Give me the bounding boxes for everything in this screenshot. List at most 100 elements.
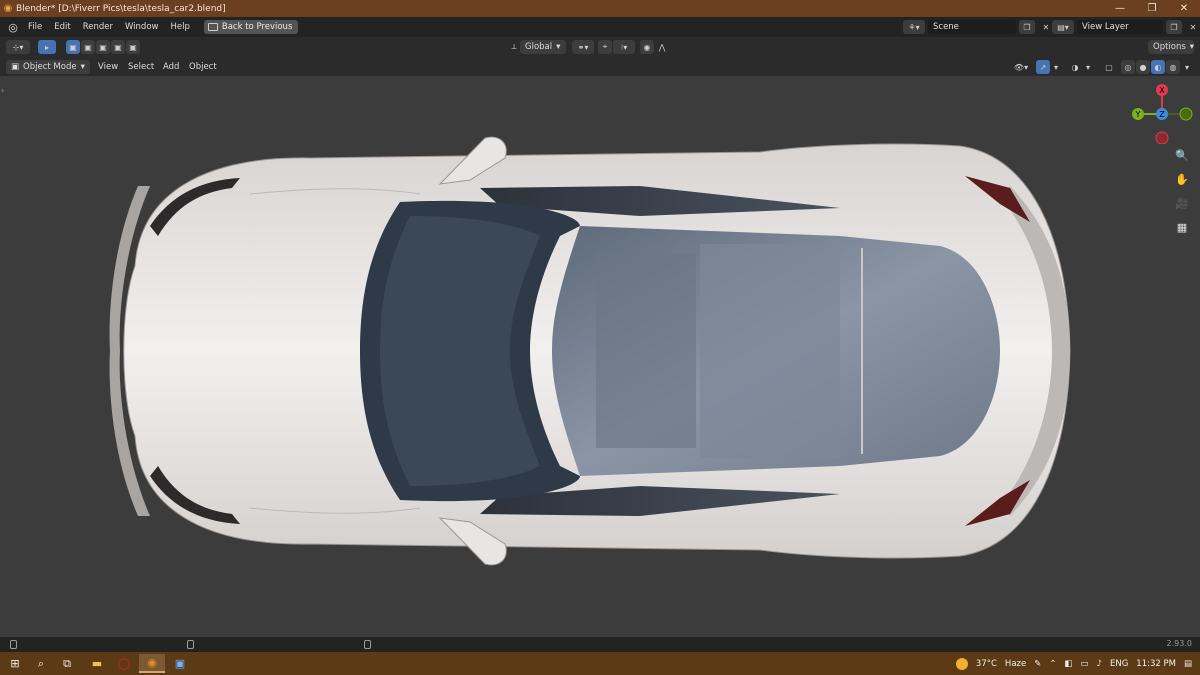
back-to-previous-label: Back to Previous	[221, 22, 293, 32]
blender-menu-icon[interactable]: ◎	[4, 21, 22, 34]
mouse-right-icon	[364, 640, 371, 649]
notifications-icon[interactable]: ▤	[1184, 659, 1192, 669]
xray-toggle-icon[interactable]: ▢	[1102, 60, 1116, 74]
solid-shading-icon[interactable]: ●	[1136, 60, 1150, 74]
select-intersect-icon[interactable]: ▣	[126, 40, 140, 54]
orientation-icon: ⟂	[511, 42, 517, 51]
chevron-down-icon: ▾	[1189, 42, 1195, 52]
screen-icon	[207, 23, 218, 31]
rendered-shading-icon[interactable]: ◍	[1166, 60, 1180, 74]
camera-view-icon[interactable]: 🎥	[1172, 194, 1192, 212]
volume-icon[interactable]: ♪	[1097, 659, 1102, 669]
blender-app-icon[interactable]: ◉	[139, 654, 165, 673]
gizmo-x-label: X	[1159, 86, 1165, 95]
select-extend-icon[interactable]: ▣	[81, 40, 95, 54]
clock-time[interactable]: 11:32 PM	[1136, 659, 1176, 669]
proportional-falloff-icon[interactable]: ⋀	[655, 40, 669, 54]
editor-type-icon[interactable]: ⊹▾	[6, 40, 30, 54]
system-tray: 37°C Haze ✎ ⌃ ◧ ▭ ♪ ENG 11:32 PM ▤	[955, 652, 1200, 675]
object-mode-dropdown[interactable]: ▣ Object Mode ▾	[6, 60, 90, 74]
pen-icon[interactable]: ✎	[1034, 659, 1041, 669]
chevron-down-icon[interactable]: ▾	[1083, 60, 1093, 74]
new-view-layer-icon[interactable]: ❐	[1166, 20, 1182, 34]
search-icon[interactable]: ⌕	[28, 654, 54, 673]
start-windows-icon[interactable]: ⊞	[2, 654, 28, 673]
wireframe-shading-icon[interactable]: ◎	[1121, 60, 1135, 74]
view-layer-selector: ▤▾ View Layer ❐ ✕	[1052, 19, 1200, 35]
mouse-middle-icon	[187, 640, 194, 649]
scene-name-field[interactable]: Scene	[928, 20, 1016, 34]
window-title: Blender* [D:\Fiverr Pics\tesla\tesla_car…	[16, 3, 226, 14]
options-label: Options	[1153, 42, 1186, 52]
view-layer-name-field[interactable]: View Layer	[1077, 20, 1163, 34]
chevron-down-icon: ▾	[556, 42, 561, 52]
input-language[interactable]: ENG	[1110, 659, 1128, 669]
task-view-icon[interactable]: ⧉	[54, 654, 80, 673]
temperature[interactable]: 37°C	[976, 659, 997, 669]
menu-edit[interactable]: Edit	[48, 22, 76, 32]
3d-viewport[interactable]: › X Y Z 🔍 ✋ 🎥 ▦	[0, 76, 1200, 637]
object-visibility-icon[interactable]: 👁▾	[1008, 60, 1034, 74]
navigation-gizmo[interactable]: X Y Z	[1126, 84, 1200, 144]
photoshop-app-icon[interactable]: ▣	[167, 654, 193, 673]
tool-settings-bar: ⊹▾ ▸ ▣ ▣ ▣ ▣ ▣ ⟂ Global ▾ ⚭▾ ⌖ ⁝▾ ◉ ⋀ Op…	[0, 37, 1200, 57]
scene-browse-icon[interactable]: ⚘▾	[903, 20, 925, 34]
window-title-bar: ◉ Blender* [D:\Fiverr Pics\tesla\tesla_c…	[0, 0, 1200, 17]
chevron-down-icon[interactable]: ▾	[1051, 60, 1061, 74]
delete-view-layer-icon[interactable]: ✕	[1185, 20, 1200, 34]
select-new-icon[interactable]: ▣	[66, 40, 80, 54]
options-dropdown[interactable]: Options ▾	[1148, 40, 1194, 54]
blender-logo-icon: ◉	[3, 3, 13, 14]
menu-window[interactable]: Window	[119, 22, 165, 32]
menu-render[interactable]: Render	[77, 22, 119, 32]
weather-sun-icon	[955, 657, 968, 670]
transform-orientation-value: Global	[525, 42, 553, 52]
gizmo-y-label: Y	[1135, 110, 1141, 119]
network-icon[interactable]: ▭	[1081, 659, 1089, 669]
top-menu-bar: ◎ File Edit Render Window Help Back to P…	[0, 17, 1200, 37]
blender-version: 2.93.0	[1166, 639, 1192, 648]
menu-view[interactable]: View	[98, 60, 118, 74]
snap-target-icon[interactable]: ⁝▾	[613, 40, 635, 54]
proportional-edit-icon[interactable]: ◉	[640, 40, 654, 54]
opera-browser-icon[interactable]: ◯	[111, 654, 137, 673]
gizmo-z-label: Z	[1159, 110, 1165, 119]
menu-help[interactable]: Help	[164, 22, 195, 32]
snap-toggle-icon[interactable]: ⌖	[598, 40, 612, 54]
new-scene-icon[interactable]: ❐	[1019, 20, 1035, 34]
chevron-down-icon[interactable]: ▾	[1182, 60, 1192, 74]
select-tool-icon[interactable]: ▸	[38, 40, 56, 54]
select-invert-icon[interactable]: ▣	[111, 40, 125, 54]
menu-select[interactable]: Select	[128, 60, 154, 74]
nvidia-icon[interactable]: ◧	[1064, 659, 1072, 669]
pivot-point-icon[interactable]: ⚭▾	[572, 40, 594, 54]
menu-object[interactable]: Object	[189, 60, 217, 74]
chevron-down-icon: ▾	[80, 62, 85, 72]
transform-orientation-dropdown[interactable]: Global ▾	[520, 40, 566, 54]
overlays-icon[interactable]: ◑	[1068, 60, 1082, 74]
menu-file[interactable]: File	[22, 22, 48, 32]
maximize-button[interactable]: ❐	[1136, 0, 1168, 17]
perspective-grid-icon[interactable]: ▦	[1172, 218, 1192, 236]
zoom-icon[interactable]: 🔍	[1172, 146, 1192, 164]
mode-icon: ▣	[11, 62, 20, 72]
view-layer-browse-icon[interactable]: ▤▾	[1052, 20, 1074, 34]
gizmo-toggle-icon[interactable]: ↗	[1036, 60, 1050, 74]
viewport-header: ▣ Object Mode ▾ View Select Add Object 👁…	[0, 57, 1200, 76]
select-subtract-icon[interactable]: ▣	[96, 40, 110, 54]
window-controls: — ❐ ✕	[1104, 0, 1200, 17]
file-explorer-icon[interactable]: ▬	[84, 654, 110, 673]
back-to-previous-button[interactable]: Back to Previous	[203, 20, 299, 34]
pan-hand-icon[interactable]: ✋	[1172, 170, 1192, 188]
tray-chevron-icon[interactable]: ⌃	[1049, 659, 1056, 669]
minimize-button[interactable]: —	[1104, 0, 1136, 17]
windows-taskbar: ⊞ ⌕ ⧉ ▬ ◯ ◉ ▣ 37°C Haze ✎ ⌃ ◧ ▭ ♪ ENG 11…	[0, 652, 1200, 675]
menu-add[interactable]: Add	[163, 60, 179, 74]
car-model[interactable]	[0, 76, 1200, 637]
object-mode-label: Object Mode	[23, 62, 77, 72]
close-button[interactable]: ✕	[1168, 0, 1200, 17]
weather-condition[interactable]: Haze	[1005, 659, 1026, 669]
viewport-navigation: 🔍 ✋ 🎥 ▦	[1172, 146, 1192, 236]
scene-selector: ⚘▾ Scene ❐ ✕	[903, 19, 1054, 35]
material-preview-icon[interactable]: ◐	[1151, 60, 1165, 74]
